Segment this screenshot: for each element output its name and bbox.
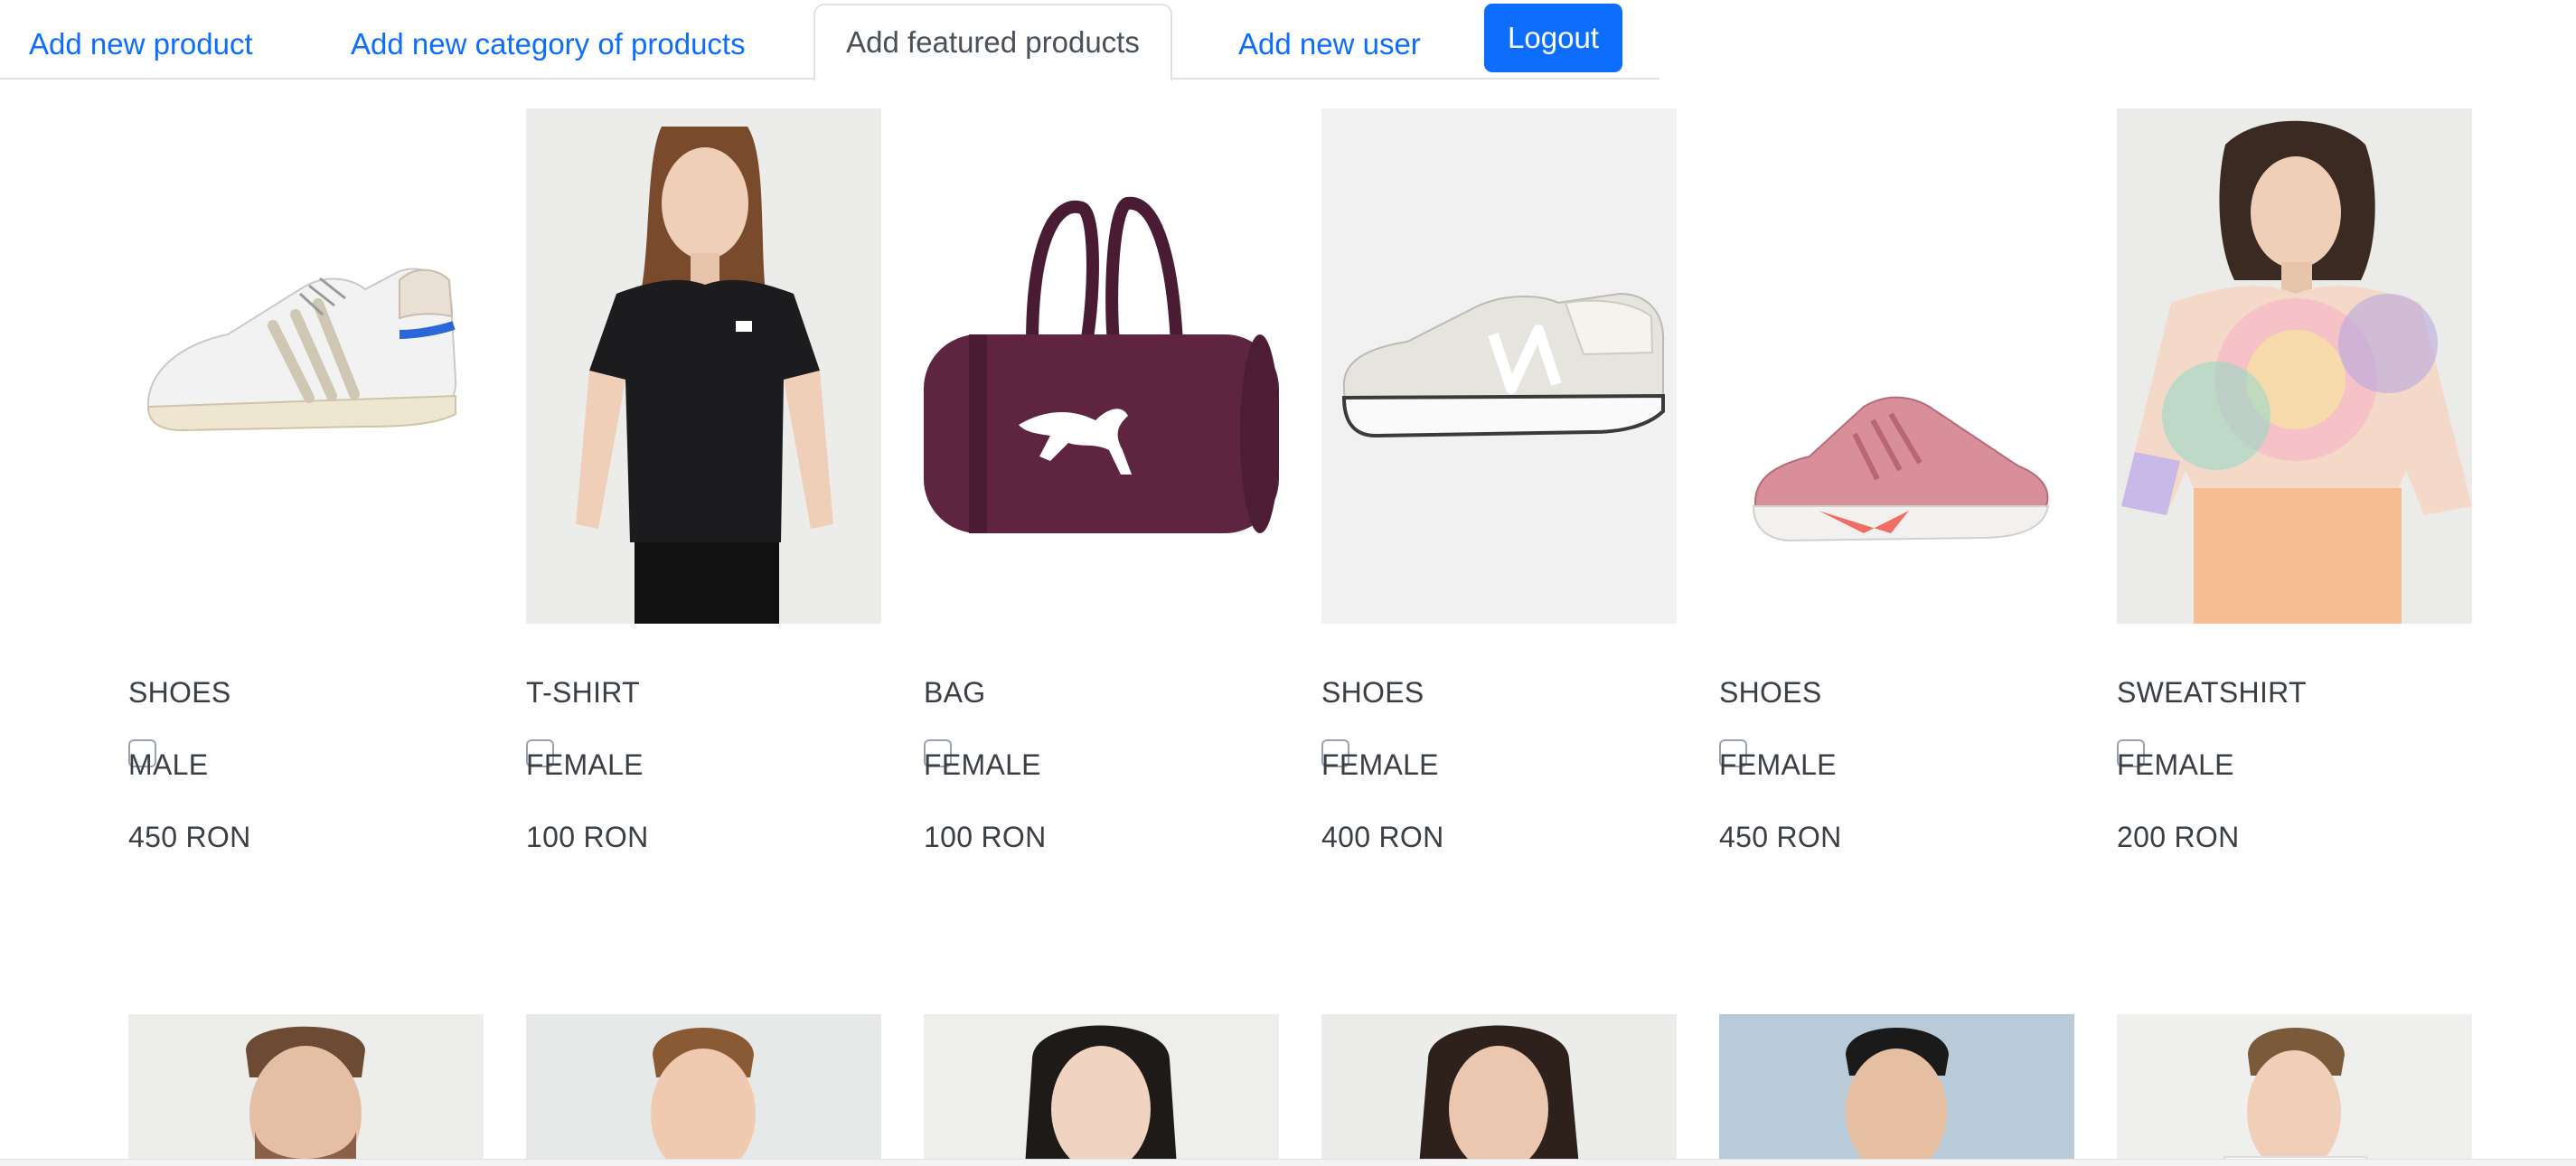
woman-black-tshirt-icon [576, 127, 833, 624]
product-category: SHOES [1719, 676, 1822, 709]
product-gender: FEMALE [1321, 748, 1439, 781]
product-card: SHOES MALE 450 RON [128, 108, 484, 853]
product-card: SHOES FEMALE 450 RON [1719, 108, 2074, 853]
tab-add-new-category[interactable]: Add new category of products [351, 9, 746, 80]
window-bottom-edge [0, 1159, 2576, 1166]
product-image-man-portrait [128, 1014, 484, 1166]
product-image-shoes [1321, 108, 1677, 624]
man-portrait-icon [651, 1028, 756, 1166]
man-portrait-icon [246, 1026, 365, 1166]
product-image-man-portrait [2117, 1014, 2472, 1166]
product-price: 100 RON [526, 821, 649, 853]
tab-add-featured-products[interactable]: Add featured products [813, 4, 1172, 81]
product-gender: FEMALE [2117, 748, 2234, 781]
product-image-sweatshirt [2117, 108, 2472, 624]
product-card: BAG FEMALE 100 RON [924, 108, 1279, 853]
product-gender: FEMALE [1719, 748, 1837, 781]
product-image-man-portrait [1719, 1014, 2074, 1166]
product-category: SHOES [128, 676, 231, 709]
woman-portrait-icon [1419, 1025, 1579, 1166]
man-portrait-icon [1819, 1028, 1977, 1166]
product-card: SHOES FEMALE 400 RON [1321, 108, 1677, 853]
product-gender: FEMALE [924, 748, 1041, 781]
product-image-man-portrait [526, 1014, 881, 1166]
product-category: BAG [924, 676, 986, 709]
product-gender: MALE [128, 748, 209, 781]
woman-portrait-icon [1007, 1025, 1195, 1166]
woman-tie-dye-sweatshirt-icon [2121, 120, 2472, 624]
pink-running-sneaker-icon [1752, 396, 2050, 542]
product-image-shoes [1719, 108, 2074, 624]
product-image-woman-portrait [1321, 1014, 1677, 1166]
product-image-woman-portrait [924, 1014, 1279, 1166]
nav-tabs: Add new product Add new category of prod… [0, 0, 1659, 81]
product-image-shoes [128, 108, 484, 624]
man-portrait-icon [2214, 1028, 2376, 1166]
product-card: SWEATSHIRT FEMALE 200 RON [2117, 108, 2472, 853]
logout-button[interactable]: Logout [1484, 4, 1622, 72]
tab-add-new-product[interactable]: Add new product [29, 9, 253, 80]
grey-running-sneaker-icon [1341, 292, 1665, 438]
product-category: T-SHIRT [526, 676, 640, 709]
product-image-tshirt [526, 108, 881, 624]
product-image-bag [924, 108, 1279, 624]
product-card: T-SHIRT FEMALE 100 RON [526, 108, 881, 853]
product-price: 200 RON [2117, 821, 2240, 853]
product-price: 450 RON [128, 821, 251, 853]
product-category: SHOES [1321, 676, 1424, 709]
product-category: SWEATSHIRT [2117, 676, 2307, 709]
burgundy-duffel-bag-icon [924, 196, 1279, 533]
product-price: 400 RON [1321, 821, 1444, 853]
tab-add-new-user[interactable]: Add new user [1238, 9, 1421, 80]
white-high-top-sneaker-icon [146, 268, 457, 432]
product-price: 450 RON [1719, 821, 1842, 853]
product-price: 100 RON [924, 821, 1047, 853]
product-gender: FEMALE [526, 748, 644, 781]
